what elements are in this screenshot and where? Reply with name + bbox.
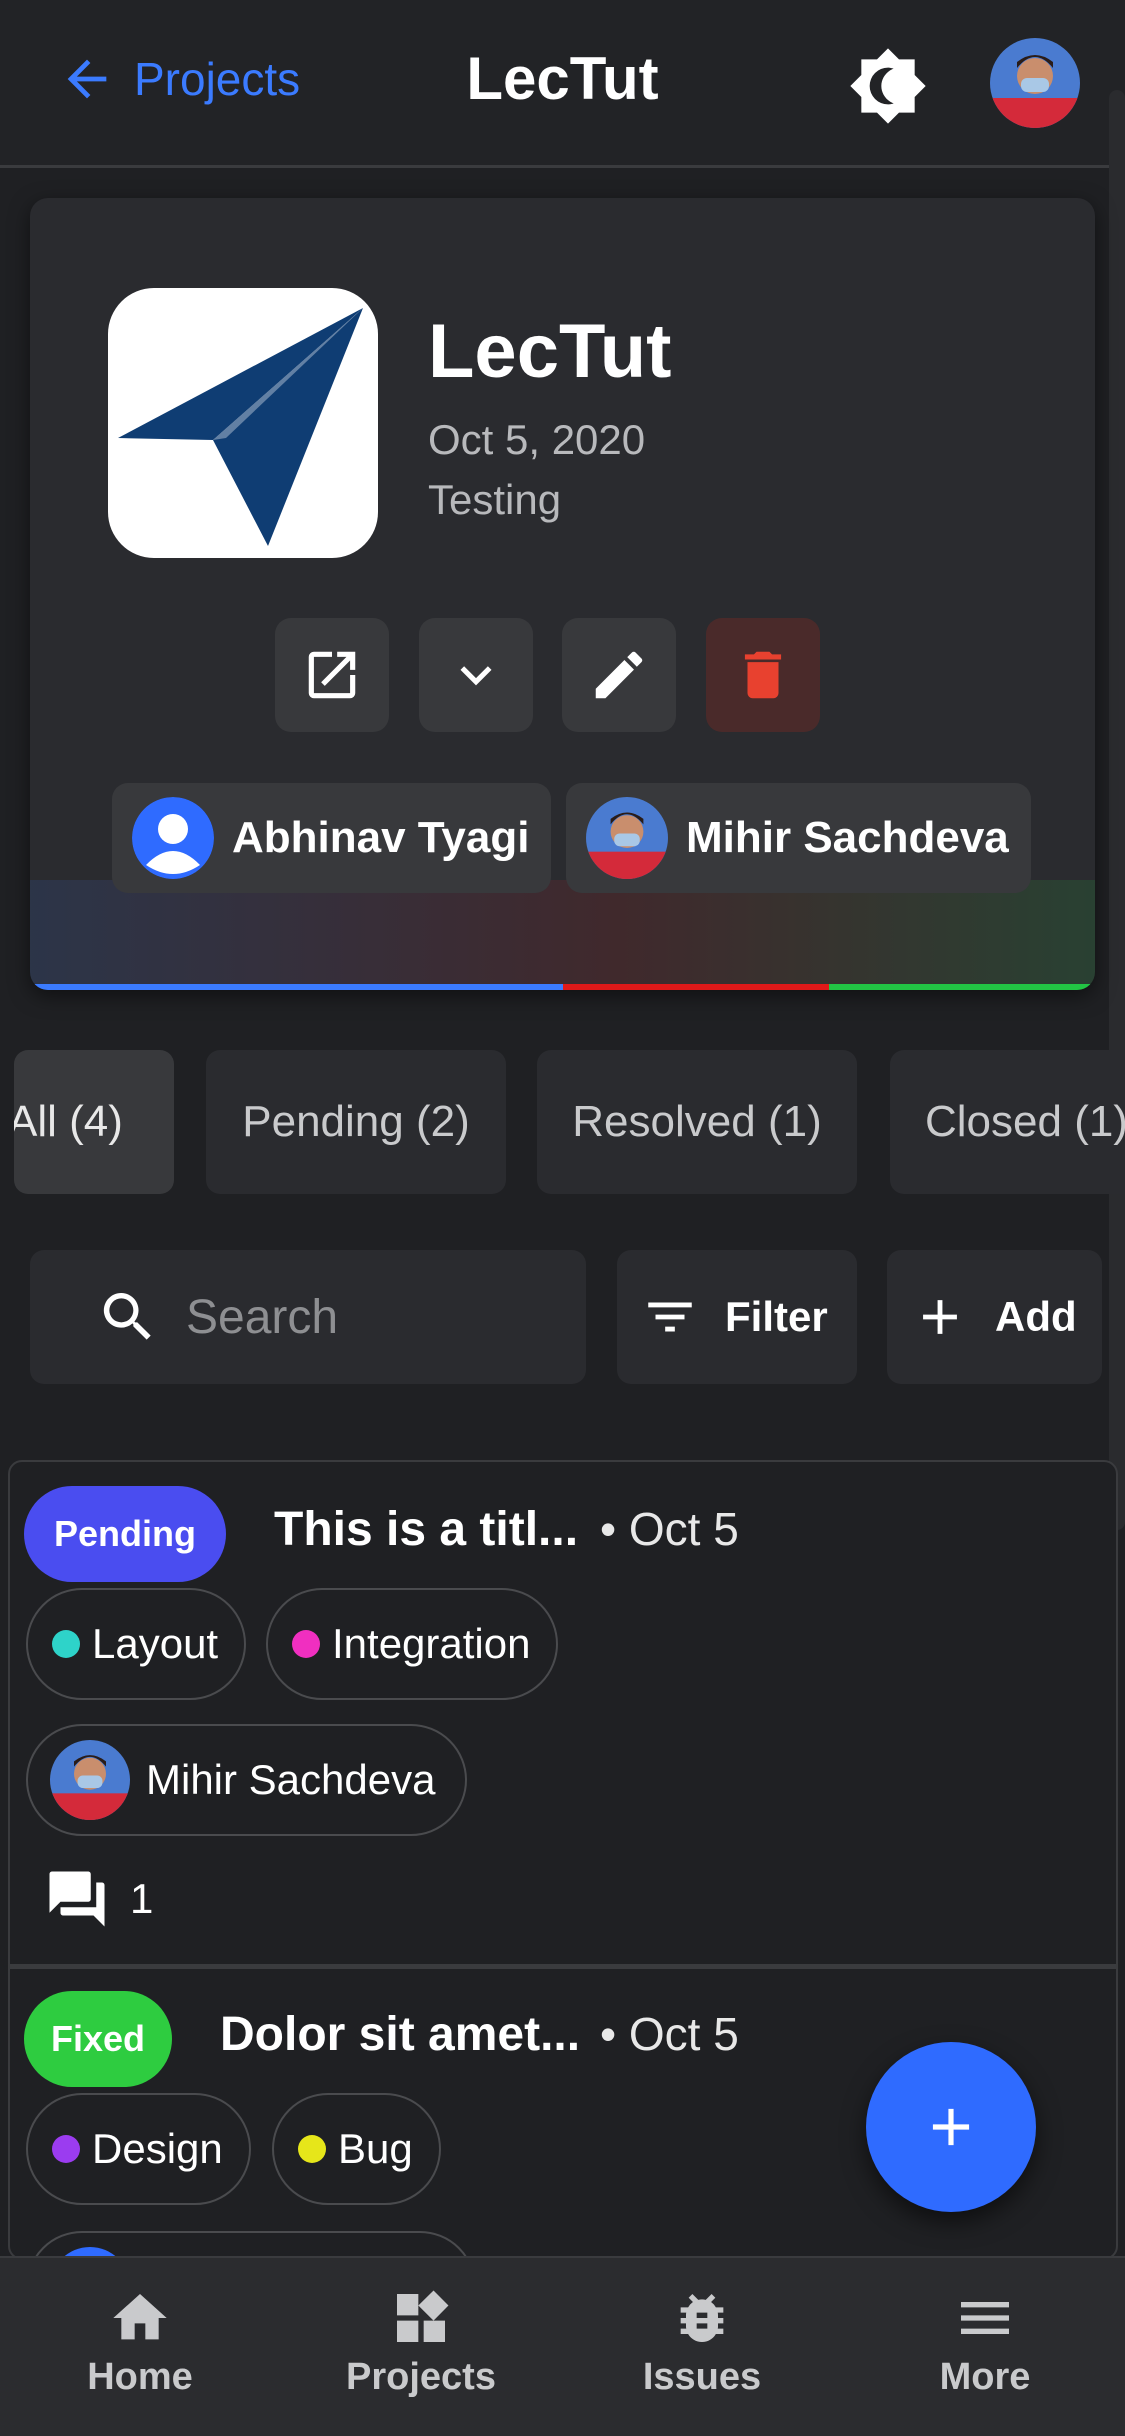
tab-all-label: All (4) xyxy=(14,1097,123,1146)
label-color-dot xyxy=(52,2135,80,2163)
issue-tracker-screen: Projects LecTut LecTut Oct 5, 2020 Testi… xyxy=(0,0,1125,2436)
tab-resolved-label: Resolved (1) xyxy=(572,1097,822,1146)
menu-icon xyxy=(961,2302,1009,2334)
assignee-chip[interactable]: Mihir Sachdeva xyxy=(26,1724,468,1836)
tab-pending[interactable]: Pending (2) xyxy=(206,1050,506,1194)
person-photo-icon xyxy=(50,1740,130,1820)
label-chip[interactable]: Design xyxy=(26,2093,251,2205)
progress-pending-segment xyxy=(30,984,563,990)
nav-issues-label: Issues xyxy=(642,2356,762,2398)
nav-projects-label: Projects xyxy=(346,2356,496,2398)
nav-more[interactable]: More xyxy=(845,2286,1125,2399)
label-name: Layout xyxy=(92,1620,219,1667)
new-issue-fab[interactable] xyxy=(866,2042,1036,2212)
assignee-avatar xyxy=(50,1740,130,1820)
nav-projects[interactable]: Projects xyxy=(281,2286,561,2399)
user-avatar[interactable] xyxy=(990,38,1080,128)
label-name: Integration xyxy=(332,1620,531,1667)
comment-count-value: 1 xyxy=(130,1875,154,1922)
label-name: Design xyxy=(92,2125,223,2172)
person-photo-icon xyxy=(990,38,1080,128)
comments-icon xyxy=(49,1871,105,1927)
home-icon xyxy=(113,2294,167,2340)
member-chip[interactable]: Mihir Sachdeva xyxy=(566,783,1031,893)
default-avatar xyxy=(132,797,214,879)
paper-plane-logo-icon xyxy=(118,308,363,546)
issue-progress-bar xyxy=(30,984,1095,990)
bug-icon xyxy=(680,2294,724,2343)
nav-home-label: Home xyxy=(87,2356,193,2398)
issue-date: • Oct 5 xyxy=(600,1503,739,1555)
project-name: LecTut xyxy=(428,309,672,394)
plus-icon xyxy=(923,1300,957,1334)
nav-home[interactable]: Home xyxy=(0,2286,280,2399)
issue-card[interactable]: Pending This is a titl... • Oct 5 Layout… xyxy=(10,1462,1116,1964)
project-date: Oct 5, 2020 xyxy=(428,416,646,463)
brightness-toggle-icon[interactable] xyxy=(848,46,928,126)
pencil-icon xyxy=(595,651,643,699)
page-title: LecTut xyxy=(466,45,659,112)
search-icon xyxy=(103,1293,151,1340)
search-input[interactable] xyxy=(186,1289,566,1345)
project-card: LecTut Oct 5, 2020 Testing Abhinav Tyagi xyxy=(30,198,1095,990)
progress-closed-segment xyxy=(828,984,1095,990)
widgets-icon xyxy=(397,2290,449,2342)
label-color-dot xyxy=(298,2135,326,2163)
open-external-button[interactable] xyxy=(275,618,389,732)
member-name: Abhinav Tyagi xyxy=(232,813,530,862)
member-chip[interactable]: Abhinav Tyagi xyxy=(112,783,552,893)
progress-resolved-segment xyxy=(562,984,829,990)
filter-button[interactable]: Filter xyxy=(617,1250,857,1384)
label-color-dot xyxy=(292,1630,320,1658)
edit-button[interactable] xyxy=(562,618,676,732)
trash-icon xyxy=(744,651,782,699)
filter-label: Filter xyxy=(725,1293,828,1340)
add-label: Add xyxy=(995,1293,1077,1340)
nav-more-label: More xyxy=(939,2356,1031,2398)
search-box[interactable] xyxy=(30,1250,586,1384)
assignee-name: Mihir Sachdeva xyxy=(146,1756,436,1803)
label-chip[interactable]: Layout xyxy=(26,1588,247,1700)
scrollbar[interactable] xyxy=(1109,90,1125,1530)
comment-count: 1 xyxy=(44,1866,153,1932)
chevron-down-icon xyxy=(460,666,492,686)
card-glow xyxy=(30,880,1095,990)
label-color-dot xyxy=(52,1630,80,1658)
plus-icon xyxy=(932,2108,970,2146)
issue-title: Dolor sit amet... xyxy=(220,2008,581,2061)
label-chip[interactable]: Integration xyxy=(266,1588,559,1700)
delete-button[interactable] xyxy=(706,618,820,732)
project-status: Testing xyxy=(428,476,562,523)
tab-pending-label: Pending (2) xyxy=(242,1097,470,1146)
person-icon xyxy=(132,797,214,879)
tab-closed-label: Closed (1) xyxy=(925,1097,1125,1146)
nav-issues[interactable]: Issues xyxy=(562,2286,842,2399)
tab-resolved[interactable]: Resolved (1) xyxy=(537,1050,857,1194)
person-photo-icon xyxy=(586,797,668,879)
top-app-bar: Projects LecTut xyxy=(0,0,1125,168)
issue-date: • Oct 5 xyxy=(600,2008,739,2060)
filter-icon xyxy=(648,1302,692,1332)
member-avatar xyxy=(586,797,668,879)
add-button[interactable]: Add xyxy=(887,1250,1102,1384)
status-badge: Pending xyxy=(24,1486,226,1582)
tab-all[interactable]: All (4) xyxy=(14,1050,174,1194)
label-name: Bug xyxy=(338,2125,413,2172)
expand-button[interactable] xyxy=(419,618,533,732)
tab-closed[interactable]: Closed (1) xyxy=(890,1050,1125,1194)
issue-title: This is a titl... xyxy=(274,1503,579,1556)
project-logo xyxy=(108,288,378,558)
bottom-navigation: Home Projects Issues More xyxy=(0,2256,1125,2436)
open-in-new-icon xyxy=(308,651,356,699)
status-badge: Fixed xyxy=(24,1991,172,2087)
label-chip[interactable]: Bug xyxy=(272,2093,441,2205)
member-name: Mihir Sachdeva xyxy=(686,813,1009,862)
